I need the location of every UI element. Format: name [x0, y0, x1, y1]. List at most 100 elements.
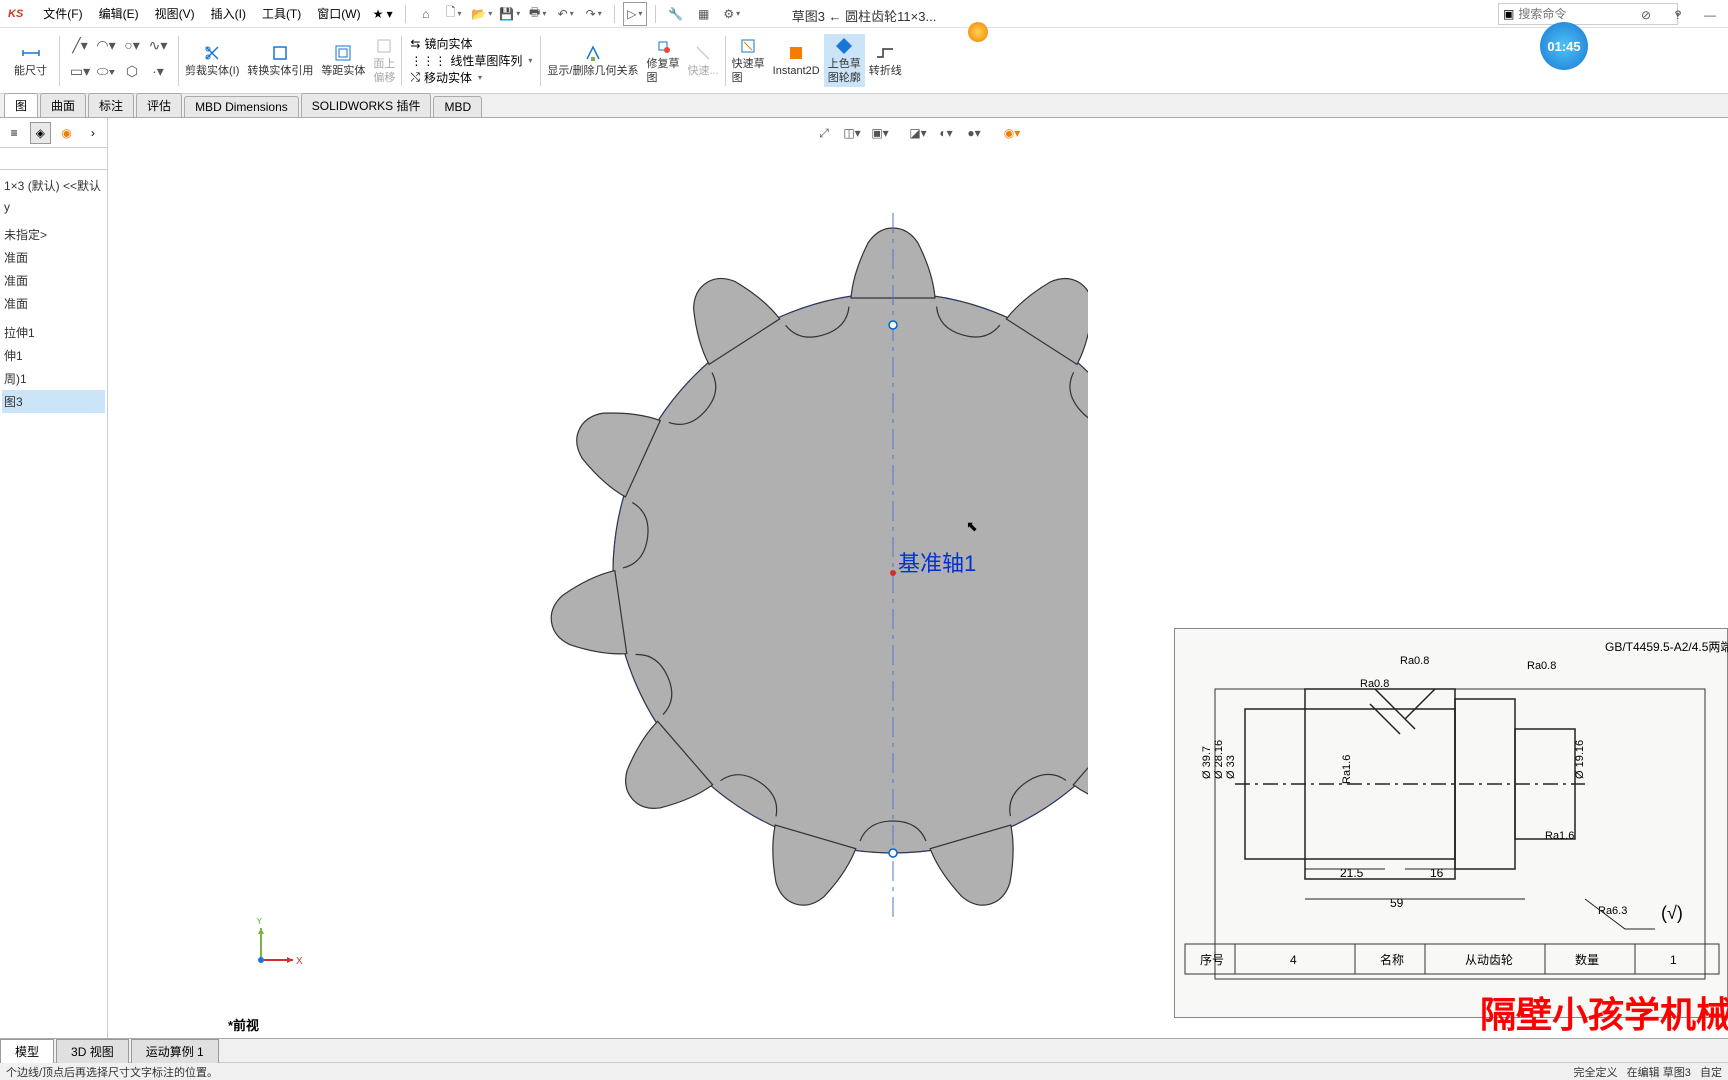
svg-text:从动齿轮: 从动齿轮 [1465, 953, 1513, 967]
tree-item[interactable]: 准面 [2, 292, 105, 315]
undo-icon[interactable]: ↶▾ [554, 2, 578, 26]
svg-text:Ra6.3: Ra6.3 [1598, 905, 1627, 917]
btab-model[interactable]: 模型 [0, 1039, 54, 1063]
shaded-sketch-button[interactable]: 上色草 图轮廓 [824, 34, 865, 86]
tree-item-sketch3[interactable]: 图3 [2, 390, 105, 413]
tab-mbd-dim[interactable]: MBD Dimensions [184, 96, 299, 117]
svg-text:Y: Y [256, 918, 263, 927]
tree-item[interactable]: 未指定> [2, 223, 105, 246]
tab-addins[interactable]: SOLIDWORKS 插件 [301, 93, 432, 117]
app-logo: KS [8, 8, 23, 20]
rebuild-icon[interactable]: 🔧 [664, 2, 688, 26]
display-style-icon[interactable]: ▣▾ [869, 122, 891, 144]
document-title: 草图3 ← 圆柱齿轮11×3... [792, 6, 937, 25]
new-icon[interactable]: 🗋▾ [442, 2, 466, 26]
options-icon[interactable]: ▦ [692, 2, 716, 26]
panel-tab-props[interactable]: ◈ [30, 122, 50, 144]
status-hint: 个边线/顶点后再选择尺寸文字标注的位置。 [6, 1064, 218, 1080]
svg-text:Ra1.6: Ra1.6 [1545, 830, 1574, 842]
polygon-tool[interactable]: ⬡ [120, 62, 144, 82]
status-editing: 在编辑 草图3 [1627, 1067, 1691, 1079]
watermark-text: 隔壁小孩学机械 [1480, 986, 1728, 1038]
redo-icon[interactable]: ↷▾ [582, 2, 606, 26]
appearance-icon[interactable]: ◉▾ [1001, 122, 1023, 144]
menu-file[interactable]: 文件(F) [35, 5, 90, 22]
smart-dimension-button[interactable]: 能尺寸 [10, 41, 51, 80]
slot-tool[interactable]: ⬭▾ [94, 62, 118, 82]
menu-edit[interactable]: 编辑(E) [91, 5, 147, 22]
help-icon[interactable]: ? [1666, 3, 1690, 27]
tree-item[interactable]: 周)1 [2, 367, 105, 390]
svg-text:名称: 名称 [1380, 952, 1404, 967]
relations-button[interactable]: 显示/删除几何关系 [543, 41, 642, 80]
arc-tool[interactable]: ◠▾ [94, 36, 118, 56]
status-custom: 自定 [1700, 1067, 1722, 1079]
btab-motion[interactable]: 运动算例 1 [131, 1039, 219, 1063]
panel-tab-more[interactable]: › [83, 122, 103, 144]
tree-item[interactable]: 准面 [2, 269, 105, 292]
print-icon[interactable]: 🖶▾ [526, 2, 550, 26]
circle-tool[interactable]: ○▾ [120, 36, 144, 56]
render-icon[interactable]: ●▾ [963, 122, 985, 144]
pattern-button[interactable]: ⋮⋮⋮线性草图阵列▾ [410, 52, 532, 69]
tab-surface[interactable]: 曲面 [40, 93, 86, 117]
tree-item[interactable]: 准面 [2, 246, 105, 269]
btab-3dview[interactable]: 3D 视图 [56, 1039, 129, 1063]
tree-item[interactable]: 伸1 [2, 344, 105, 367]
scene-icon[interactable]: ◐▾ [935, 122, 957, 144]
tree-root[interactable]: 1×3 (默认) <<默认 [2, 174, 105, 197]
tab-evaluate[interactable]: 评估 [136, 93, 182, 117]
svg-text:X: X [296, 956, 303, 967]
zoom-fit-icon[interactable]: ⤢ [813, 122, 835, 144]
menu-window[interactable]: 窗口(W) [309, 5, 368, 22]
trim-button[interactable]: 剪裁实体(I) [181, 41, 243, 80]
offset-button[interactable]: 等距实体 [317, 41, 369, 80]
svg-text:16: 16 [1430, 866, 1444, 880]
rapid-sketch-button[interactable]: 快速草 图 [728, 34, 769, 86]
save-icon[interactable]: 💾▾ [498, 2, 522, 26]
svg-text:21.5: 21.5 [1340, 866, 1364, 880]
rect-tool[interactable]: ▭▾ [68, 62, 92, 82]
mirror-button[interactable]: ⇆镜向实体 [410, 35, 472, 52]
reference-drawing: GB/T4459.5-A2/4.5两端 Ra0.8 Ra0.8 Ra0.8 Ra… [1174, 628, 1728, 1018]
select-icon[interactable]: ▷▾ [623, 2, 647, 26]
line-tool[interactable]: ╱▾ [68, 36, 92, 56]
convert-button[interactable]: 转换实体引用 [243, 41, 317, 80]
status-defined: 完全定义 [1573, 1067, 1617, 1079]
svg-text:Ø 28.16: Ø 28.16 [1213, 740, 1225, 779]
svg-text:GB/T4459.5-A2/4.5两端: GB/T4459.5-A2/4.5两端 [1605, 640, 1728, 654]
section-icon[interactable]: ◪▾ [907, 122, 929, 144]
tab-annotate[interactable]: 标注 [88, 93, 134, 117]
gold-badge-icon [968, 22, 988, 42]
viewport[interactable]: ⤢ ◫▾ ▣▾ ◪▾ ◐▾ ●▾ ◉▾ [108, 118, 1728, 1038]
tree-item[interactable]: 拉伸1 [2, 321, 105, 344]
open-icon[interactable]: 📂▾ [470, 2, 494, 26]
repair-button[interactable]: 修复草 图 [642, 34, 683, 86]
panel-tab-tree[interactable]: ≡ [4, 122, 24, 144]
home-icon[interactable]: ⌂ [414, 2, 438, 26]
settings-icon[interactable]: ⚙▾ [720, 2, 744, 26]
view-orientation-label: *前视 [228, 1015, 259, 1034]
svg-text:序号: 序号 [1200, 952, 1224, 967]
svg-text:Ra0.8: Ra0.8 [1400, 655, 1429, 667]
svg-text:Ø 39.7: Ø 39.7 [1201, 746, 1213, 779]
jog-button[interactable]: 转折线 [865, 41, 906, 80]
minimize-icon[interactable]: — [1698, 3, 1722, 27]
menu-insert[interactable]: 插入(I) [203, 5, 254, 22]
user-icon[interactable]: ⊘ [1634, 3, 1658, 27]
spline-tool[interactable]: ∿▾ [146, 36, 170, 56]
timer-badge: 01:45 [1540, 22, 1588, 70]
tab-mbd[interactable]: MBD [433, 96, 482, 117]
view-orient-icon[interactable]: ◫▾ [841, 122, 863, 144]
svg-text:Ra1.6: Ra1.6 [1341, 755, 1353, 784]
move-button[interactable]: ⤭移动实体▾ [410, 69, 482, 86]
svg-text:59: 59 [1390, 896, 1404, 910]
menu-tools[interactable]: 工具(T) [254, 5, 309, 22]
menu-view[interactable]: 视图(V) [147, 5, 203, 22]
svg-text:数量: 数量 [1575, 952, 1599, 967]
point-tool[interactable]: ·▾ [146, 62, 170, 82]
tree-item[interactable]: y [2, 197, 105, 217]
tab-sketch[interactable]: 图 [4, 93, 38, 117]
instant2d-button[interactable]: Instant2D [769, 41, 824, 80]
panel-tab-config[interactable]: ◉ [57, 122, 77, 144]
